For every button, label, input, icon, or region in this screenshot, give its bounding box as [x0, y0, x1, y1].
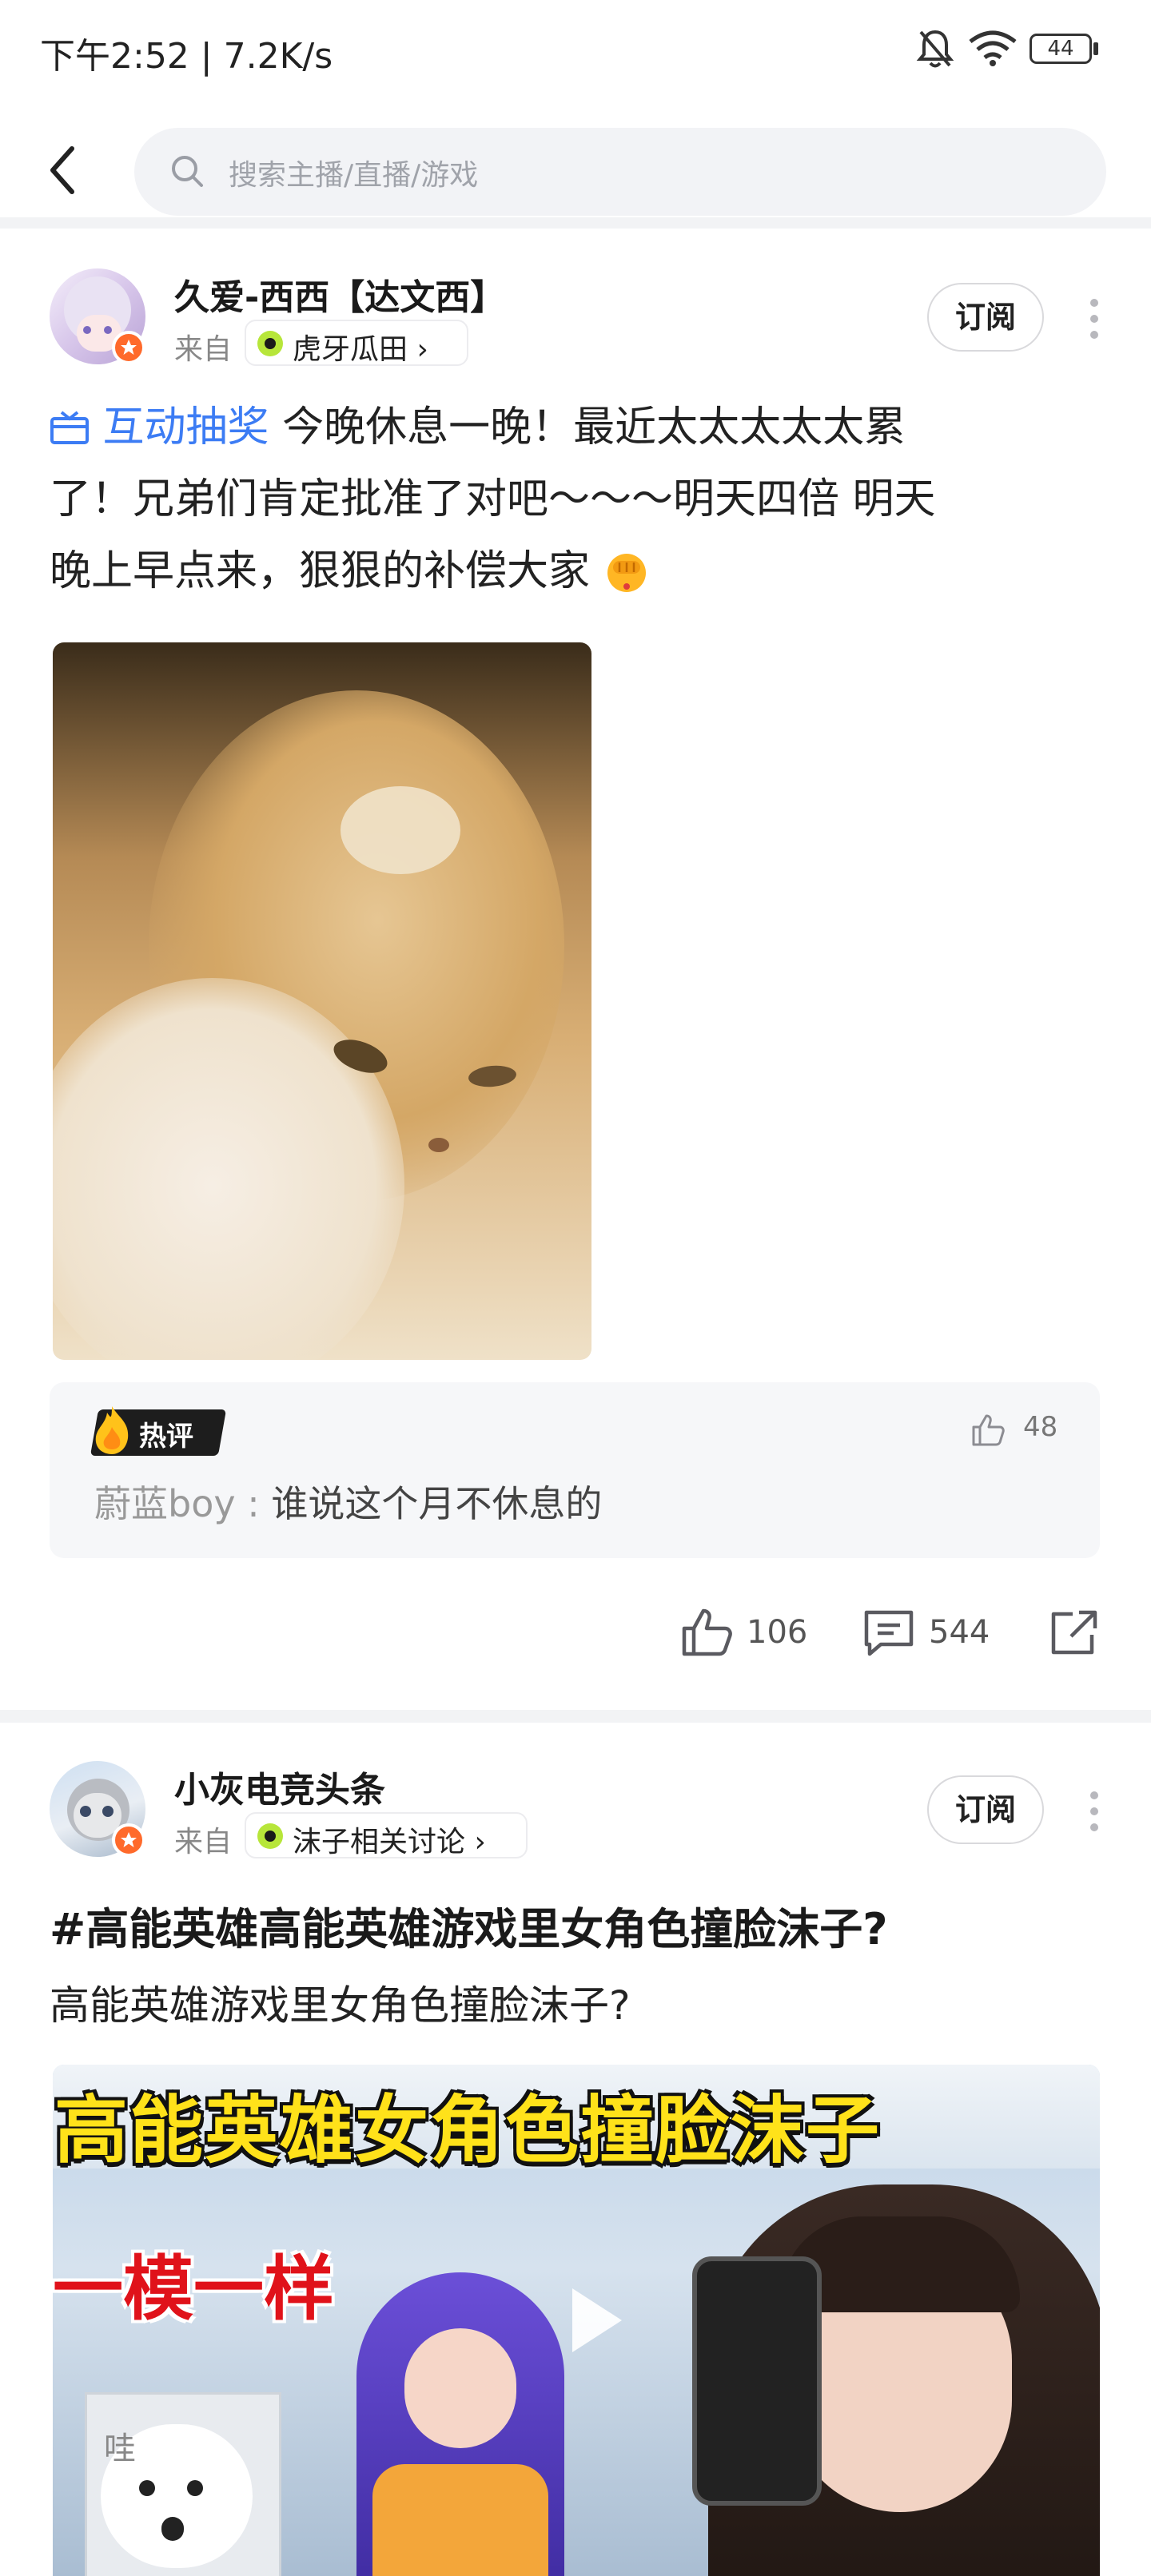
post-image[interactable] [53, 642, 591, 1360]
battery-level: 44 [1047, 37, 1074, 61]
sticker-text: 哇 [104, 2431, 136, 2467]
post-text: 高能英雄游戏里女角色撞脸沫子? [50, 1982, 631, 2029]
verified-badge-icon [112, 331, 145, 364]
back-arrow-icon[interactable] [45, 142, 80, 198]
gift-icon [50, 411, 89, 444]
mute-bell-icon [916, 30, 954, 68]
fist-emoji-icon [607, 554, 646, 592]
from-label: 来自 [174, 1826, 233, 1858]
channel-name: 沫子相关讨论 › [293, 1826, 486, 1858]
more-icon[interactable] [1089, 299, 1100, 339]
battery-icon: 44 [1030, 34, 1092, 64]
author-name[interactable]: 小灰电竞头条 [174, 1761, 385, 1812]
status-bar: 下午2:52 | 7.2K/s 44 [0, 0, 1151, 101]
header-divider [0, 217, 1151, 229]
post-text: 互动抽奖 今晚休息一晚！最近太太太太太累 了！兄弟们肯定批准了对吧～～～明天四倍… [50, 392, 1105, 607]
search-placeholder: 搜索主播/直播/游戏 [229, 159, 479, 192]
channel-icon [257, 1823, 283, 1849]
status-time: 下午2:52 | 7.2K/s [40, 36, 333, 77]
hot-comment-text: 蔚蓝boy : 谁说这个月不休息的 [94, 1482, 603, 1525]
flame-icon [95, 1406, 129, 1454]
comment-icon[interactable] [863, 1609, 914, 1657]
hot-comment[interactable]: 热评 48 蔚蓝boy : 谁说这个月不休息的 [50, 1382, 1100, 1558]
video-thumbnail[interactable]: 高能英雄女角色撞脸沫子 一模一样 哇 [53, 2065, 1100, 2576]
comment-count: 544 [929, 1614, 990, 1651]
video-subtitle-text: 一模一样 [53, 2248, 335, 2330]
play-icon[interactable] [542, 2272, 638, 2368]
post-divider [0, 1710, 1151, 1723]
post-title[interactable]: #高能英雄高能英雄游戏里女角色撞脸沫子? [50, 1894, 888, 1957]
comment-like-count: 48 [1023, 1411, 1058, 1443]
hot-badge-label: 热评 [139, 1421, 193, 1453]
battery-tip [1093, 42, 1098, 55]
channel-icon [257, 331, 283, 356]
channel-chip[interactable]: 虎牙瓜田 › [245, 320, 468, 366]
from-label: 来自 [174, 333, 233, 366]
subscribe-button[interactable]: 订阅 [927, 283, 1044, 352]
more-icon[interactable] [1089, 1791, 1100, 1831]
comment-user[interactable]: 蔚蓝boy [94, 1482, 236, 1525]
like-icon[interactable] [681, 1608, 734, 1657]
search-icon [172, 156, 203, 187]
comment-like-icon[interactable] [970, 1413, 1006, 1448]
video-title-text: 高能英雄女角色撞脸沫子 [54, 2088, 882, 2173]
verified-badge-icon [112, 1823, 145, 1857]
share-icon[interactable] [1049, 1608, 1100, 1657]
like-count: 106 [747, 1614, 808, 1651]
post-text-line-3: 晚上早点来，狠狠的补偿大家 [50, 535, 1105, 607]
author-name[interactable]: 久爱-西西【达文西】 [174, 268, 505, 320]
wifi-icon [969, 30, 1017, 66]
search-input[interactable]: 搜索主播/直播/游戏 [134, 128, 1106, 216]
post-text-line-1: 互动抽奖 今晚休息一晚！最近太太太太太累 [50, 392, 1105, 463]
channel-chip[interactable]: 沫子相关讨论 › [245, 1812, 528, 1858]
lottery-tag-link[interactable]: 互动抽奖 [103, 403, 269, 451]
channel-name: 虎牙瓜田 › [293, 333, 428, 366]
subscribe-button[interactable]: 订阅 [927, 1775, 1044, 1844]
post-text-line-2: 了！兄弟们肯定批准了对吧～～～明天四倍 明天 [50, 475, 936, 523]
